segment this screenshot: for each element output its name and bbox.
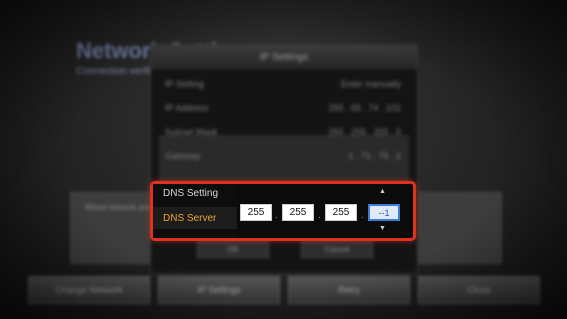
change-network-button[interactable]: Change Network bbox=[28, 276, 150, 304]
arrow-up-icon[interactable]: ▲ bbox=[379, 188, 386, 195]
cancel-button[interactable]: Cancel bbox=[301, 240, 373, 258]
octet-separator: . bbox=[275, 210, 278, 221]
gateway-row[interactable]: Gateway 1 . 71 . 76 . 1 bbox=[159, 149, 409, 165]
row-value: Enter manually bbox=[340, 79, 401, 89]
ip-setting-row[interactable]: IP Setting Enter manually bbox=[159, 77, 409, 93]
dns-octet-2-input[interactable]: 255 bbox=[282, 204, 314, 221]
arrow-down-icon[interactable]: ▼ bbox=[379, 225, 386, 232]
row-value: 1 . 71 . 76 . 1 bbox=[348, 151, 401, 161]
dns-octet-4-input[interactable]: --1 bbox=[368, 204, 400, 221]
octet-separator: . bbox=[318, 210, 321, 221]
dns-highlight-panel: DNS Setting DNS Server 255 . 255 . 255 .… bbox=[150, 181, 416, 241]
ip-settings-button[interactable]: IP Settings bbox=[158, 276, 280, 304]
row-label: IP Address bbox=[165, 103, 209, 113]
row-label: IP Setting bbox=[165, 79, 204, 89]
row-value: 255 . 65 . 74 . 101 bbox=[328, 103, 401, 113]
dns-label-column: DNS Setting DNS Server bbox=[153, 184, 237, 238]
octet-separator: . bbox=[361, 210, 364, 221]
bottom-button-bar: Change Network IP Settings Retry Close bbox=[28, 276, 540, 304]
dialog-title: IP Settings bbox=[151, 45, 417, 69]
wired-network-text: Wired network and… bbox=[85, 203, 160, 212]
ip-address-row[interactable]: IP Address 255 . 65 . 74 . 101 bbox=[159, 101, 409, 117]
dns-octet-1-input[interactable]: 255 bbox=[240, 204, 272, 221]
subnet-mask-row[interactable]: Subnet Mask 255 . 255 . 255 . 0 bbox=[159, 125, 409, 141]
row-value: 255 . 255 . 255 . 0 bbox=[328, 127, 401, 137]
ok-button[interactable]: OK bbox=[197, 240, 269, 258]
dns-setting-label[interactable]: DNS Setting bbox=[163, 188, 218, 199]
dns-octet-3-input[interactable]: 255 bbox=[325, 204, 357, 221]
dns-server-label[interactable]: DNS Server bbox=[153, 207, 237, 229]
close-button[interactable]: Close bbox=[418, 276, 540, 304]
retry-button[interactable]: Retry bbox=[288, 276, 410, 304]
row-label: Gateway bbox=[165, 151, 201, 161]
row-label: Subnet Mask bbox=[165, 127, 218, 137]
